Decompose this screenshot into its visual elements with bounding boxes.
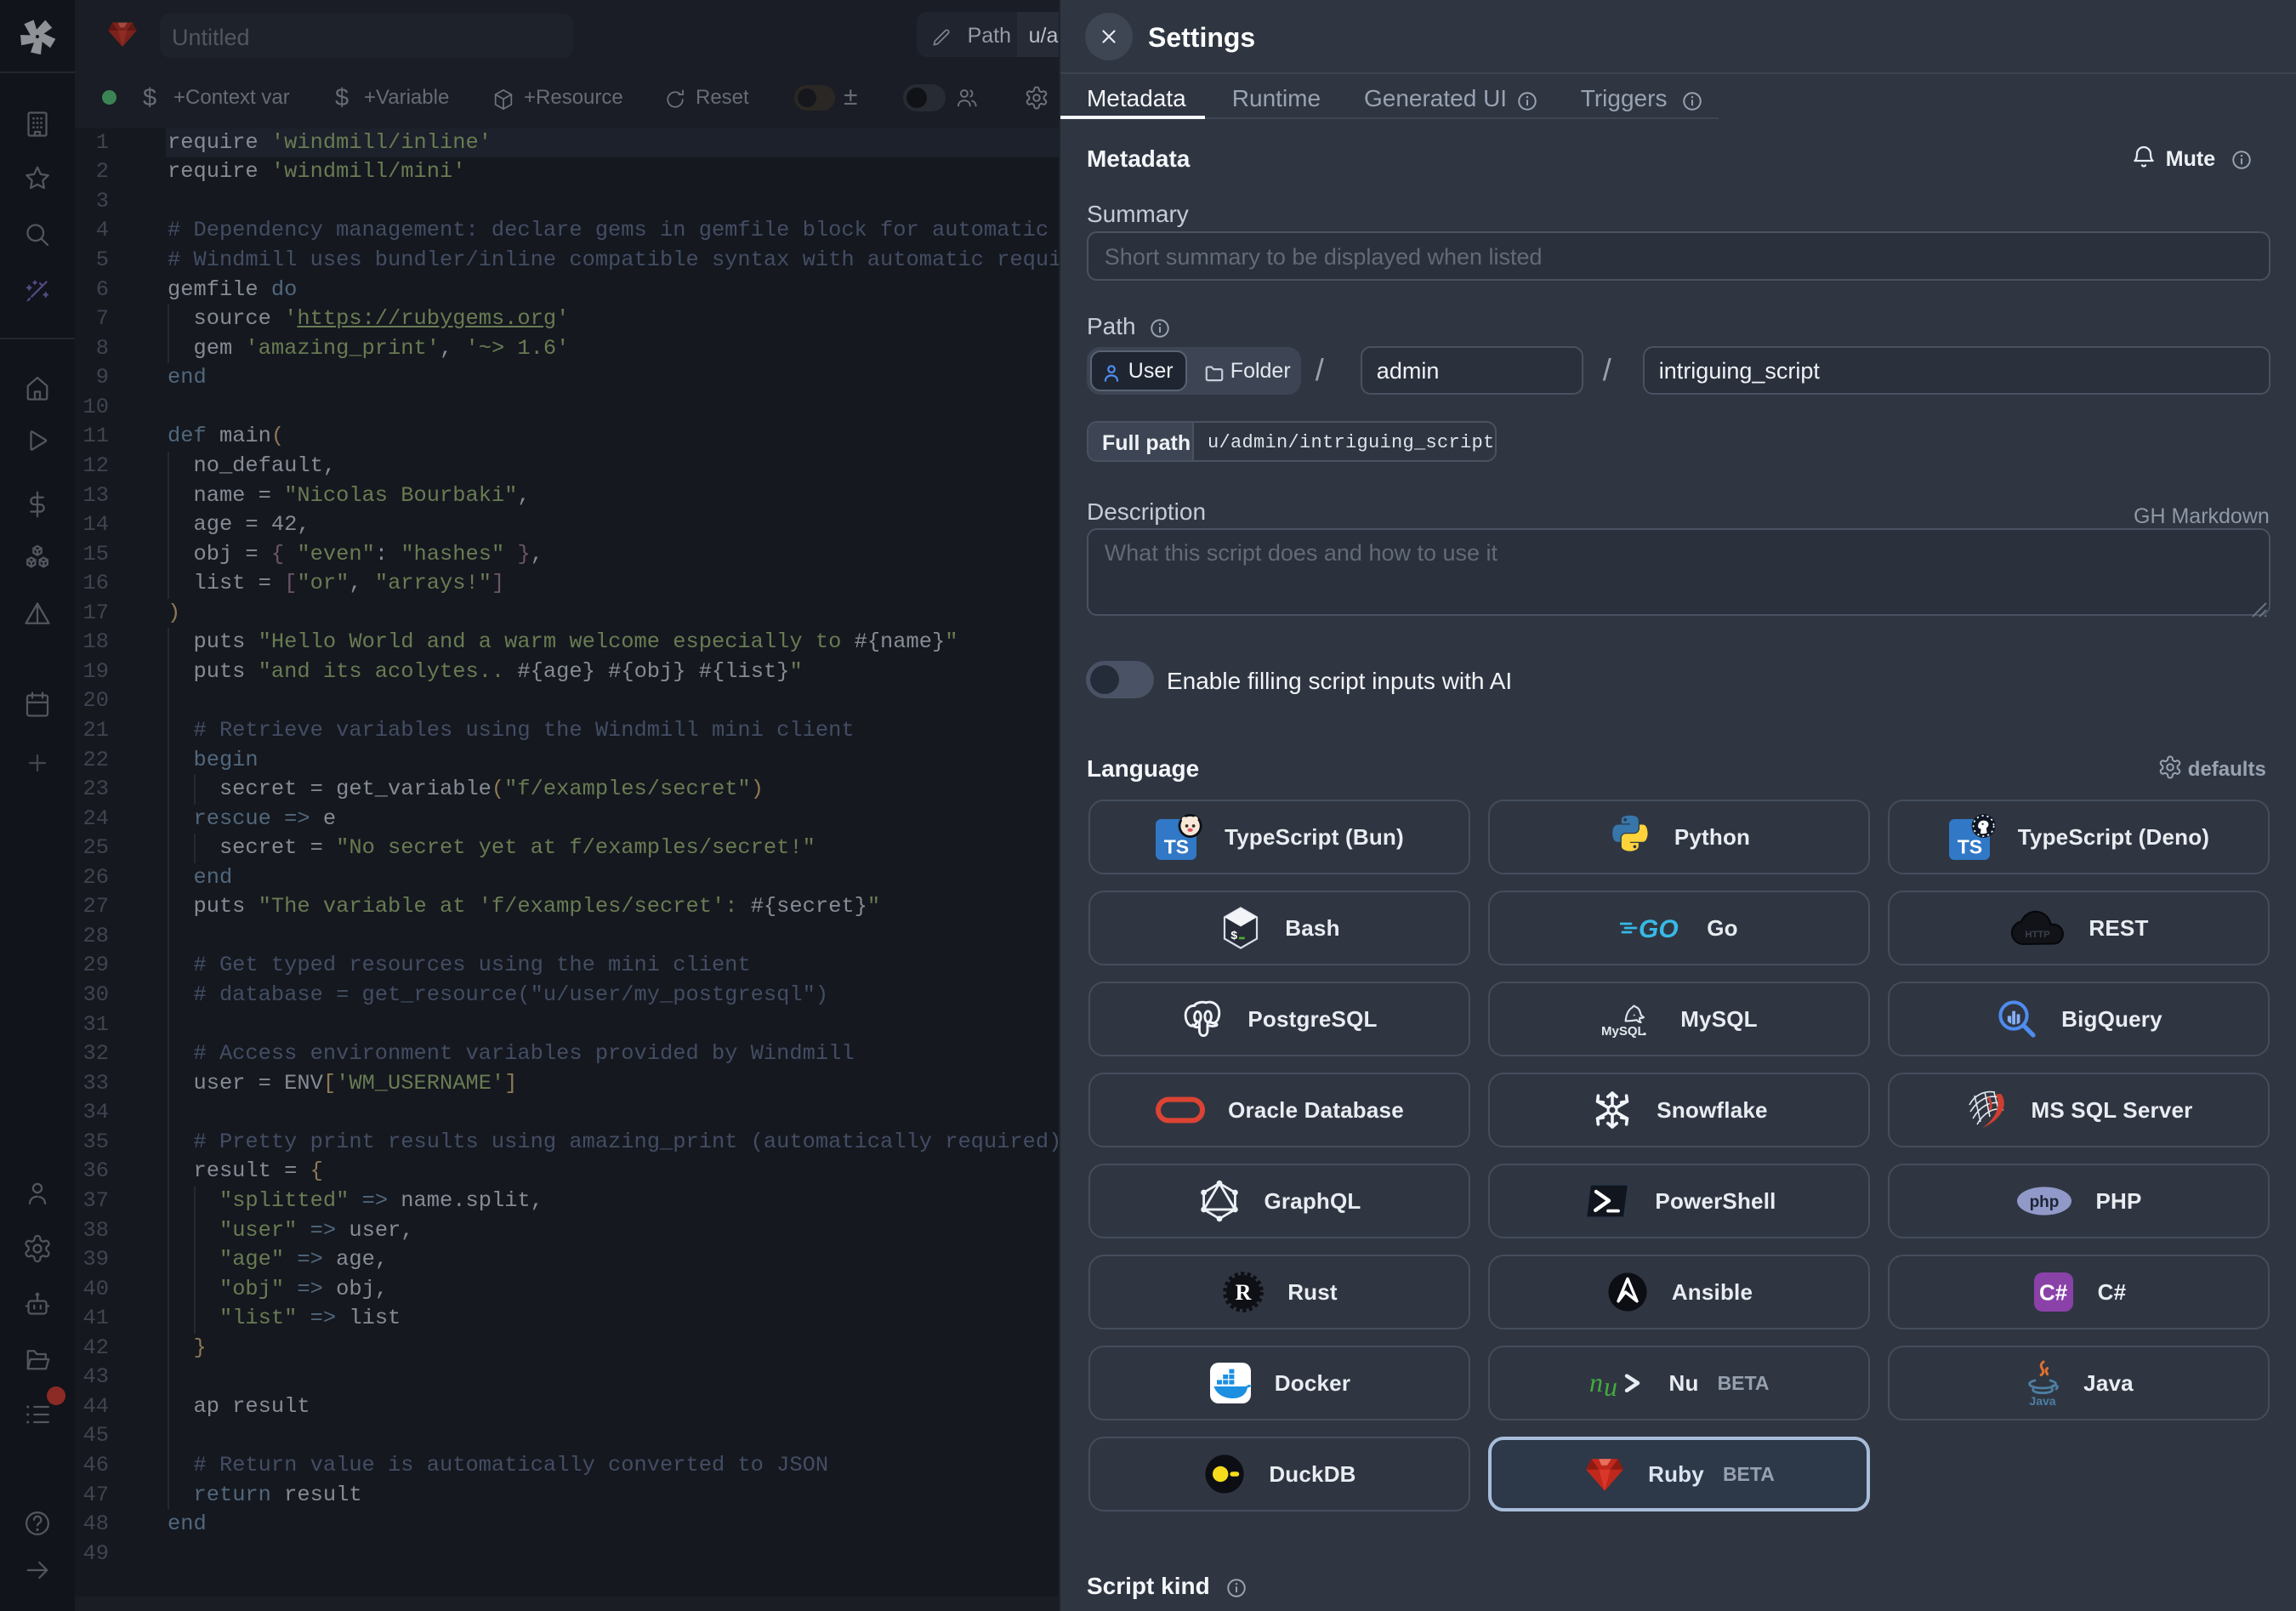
svg-text:TS: TS <box>1957 835 1981 857</box>
svg-text:GO: GO <box>1639 915 1679 942</box>
svg-text:MySQL: MySQL <box>1601 1024 1645 1039</box>
svg-text:HTTP: HTTP <box>2026 930 2051 940</box>
svg-text:C#: C# <box>2039 1280 2068 1306</box>
svg-text:$: $ <box>1230 930 1237 943</box>
svg-text:u: u <box>1604 1371 1617 1402</box>
svg-text:Java: Java <box>2030 1394 2056 1407</box>
svg-text:n: n <box>1589 1367 1603 1398</box>
svg-text:R: R <box>1236 1280 1252 1305</box>
svg-text:TS: TS <box>1164 835 1189 857</box>
svg-text:php: php <box>2030 1193 2060 1211</box>
